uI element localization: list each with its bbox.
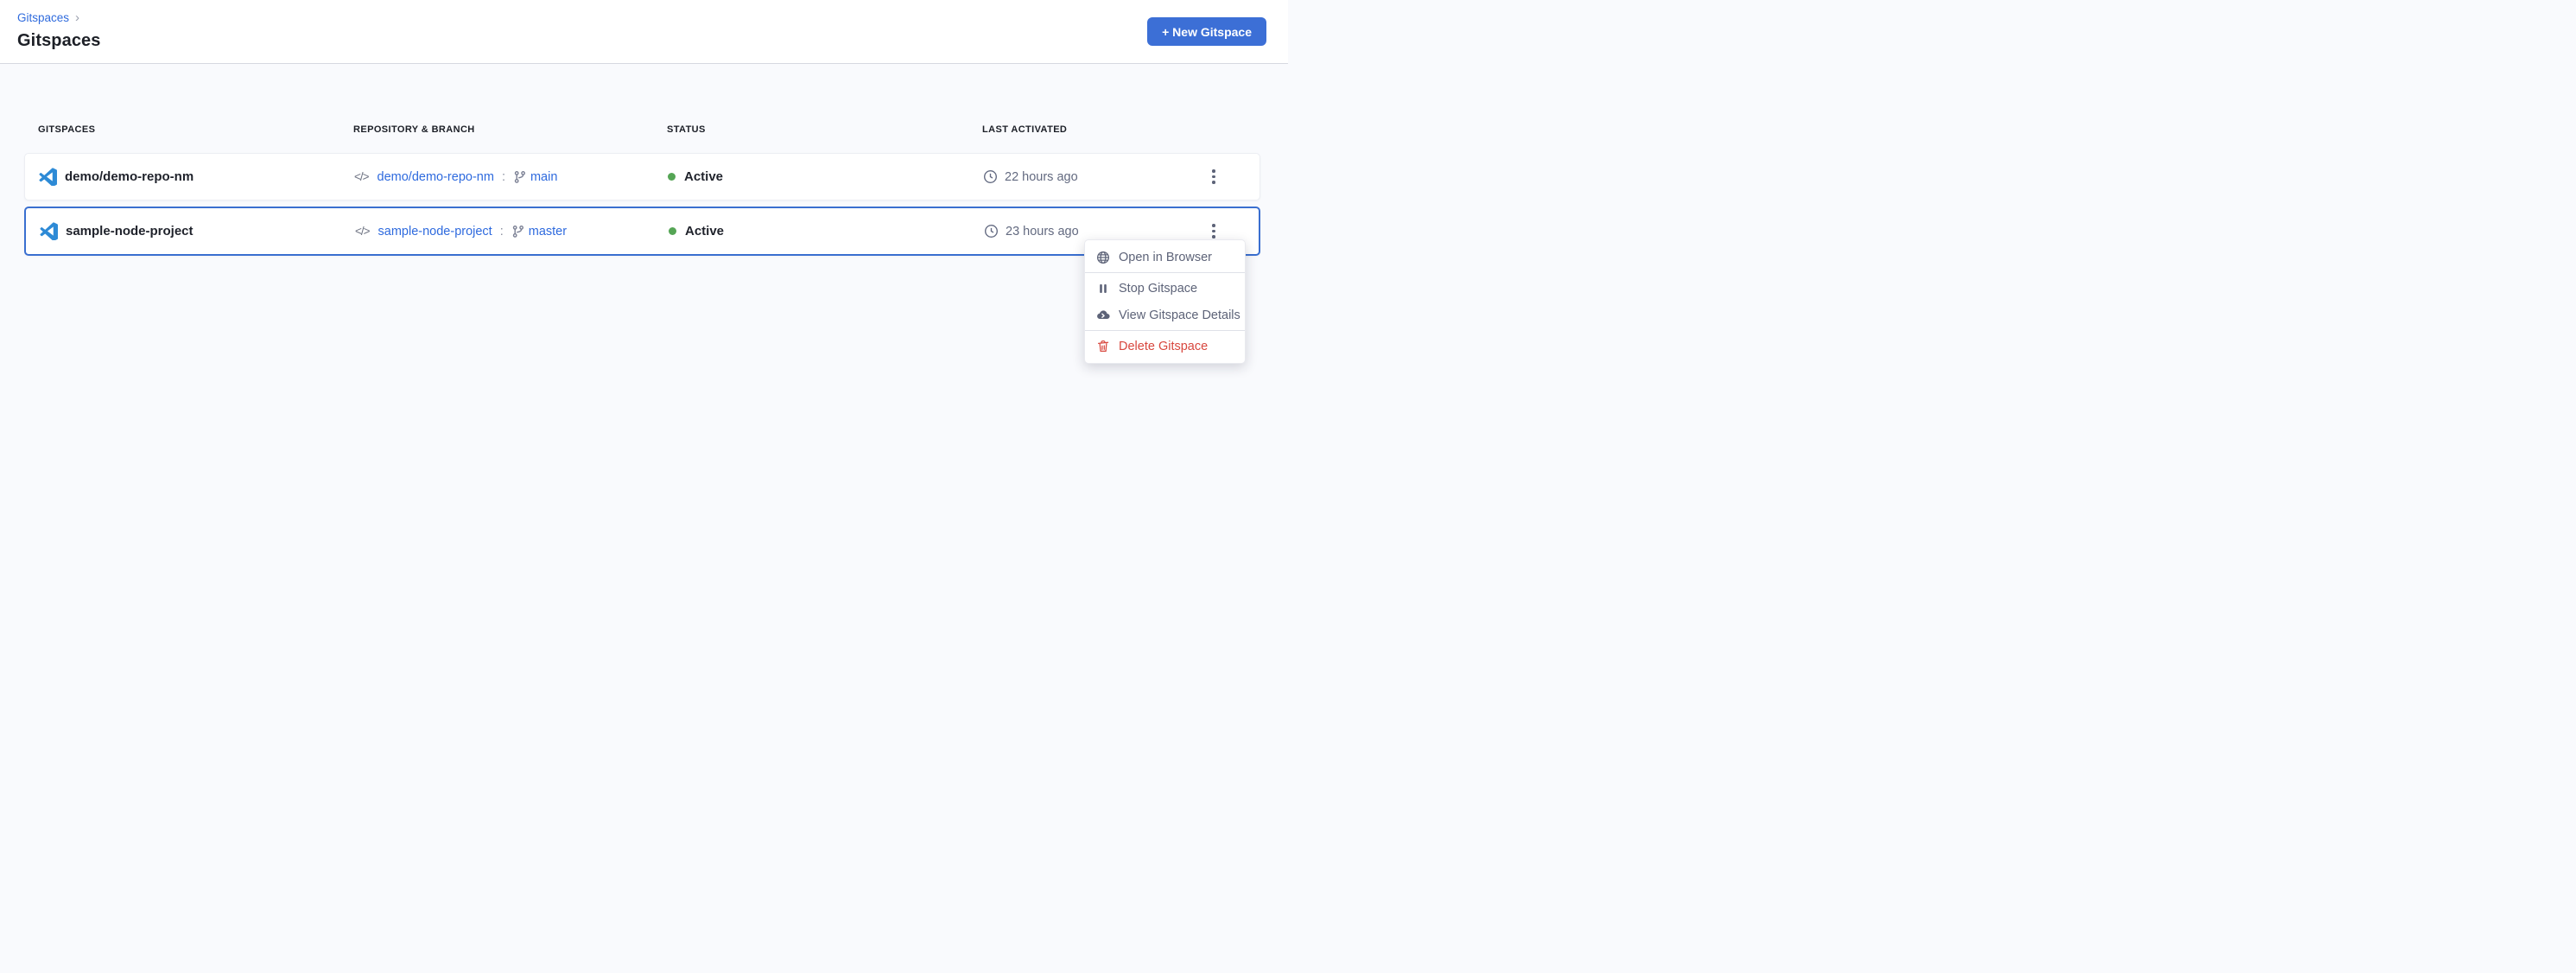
repository-branch-cell: </> sample-node-project : master: [355, 225, 669, 238]
globe-icon: [1096, 251, 1110, 264]
menu-item-view-gitspace-details[interactable]: View Gitspace Details: [1085, 302, 1245, 328]
menu-divider: [1085, 272, 1245, 273]
menu-item-label: View Gitspace Details: [1119, 308, 1240, 322]
menu-item-label: Open in Browser: [1119, 251, 1212, 264]
status-cell: Active: [669, 224, 984, 238]
repository-link[interactable]: sample-node-project: [378, 225, 492, 238]
kebab-icon: [1212, 169, 1215, 173]
status-active-dot: [668, 173, 676, 181]
menu-item-delete-gitspace[interactable]: Delete Gitspace: [1085, 333, 1245, 359]
menu-item-open-in-browser[interactable]: Open in Browser: [1085, 244, 1245, 270]
row-actions-menu-button[interactable]: [1205, 164, 1222, 189]
trash-icon: [1096, 340, 1110, 353]
clock-icon: [984, 224, 999, 238]
app-header: Gitspaces › Gitspaces + New Gitspace: [0, 0, 1288, 64]
colon-separator: :: [502, 170, 505, 184]
git-branch-icon: [511, 225, 525, 238]
new-gitspace-button[interactable]: + New Gitspace: [1147, 17, 1266, 46]
gitspace-name-cell: sample-node-project: [40, 222, 355, 240]
breadcrumb: Gitspaces ›: [17, 11, 79, 24]
repository-link[interactable]: demo/demo-repo-nm: [378, 170, 494, 184]
kebab-icon: [1212, 224, 1215, 227]
breadcrumb-link-gitspaces[interactable]: Gitspaces: [17, 11, 69, 24]
status-active-dot: [669, 227, 676, 235]
vscode-icon: [39, 168, 57, 186]
page-title: Gitspaces: [17, 31, 101, 51]
code-icon: </>: [354, 170, 369, 183]
gitspace-name: demo/demo-repo-nm: [65, 169, 194, 184]
row-actions-context-menu: Open in Browser Stop Gitspace View Gitsp…: [1084, 239, 1246, 364]
last-activated-text: 23 hours ago: [1006, 225, 1079, 238]
branch-link[interactable]: master: [529, 225, 567, 238]
menu-item-label: Stop Gitspace: [1119, 282, 1197, 296]
column-header-status: STATUS: [667, 124, 982, 135]
menu-item-label: Delete Gitspace: [1119, 340, 1208, 353]
menu-item-stop-gitspace[interactable]: Stop Gitspace: [1085, 275, 1245, 302]
table-row-selected[interactable]: sample-node-project </> sample-node-proj…: [24, 207, 1260, 256]
cloud-icon: [1096, 308, 1110, 322]
gitspace-name-cell: demo/demo-repo-nm: [39, 168, 354, 186]
last-activated-cell: 23 hours ago: [984, 224, 1183, 238]
repository-branch-cell: </> demo/demo-repo-nm : main: [354, 170, 668, 184]
vscode-icon: [40, 222, 58, 240]
git-branch-icon: [513, 170, 527, 184]
breadcrumb-separator-icon: ›: [75, 11, 79, 24]
status-cell: Active: [668, 169, 983, 184]
code-icon: </>: [355, 225, 370, 238]
clock-icon: [983, 169, 998, 184]
gitspace-name: sample-node-project: [66, 224, 194, 238]
column-header-repository-branch: REPOSITORY & BRANCH: [353, 124, 667, 135]
last-activated-cell: 22 hours ago: [983, 169, 1182, 184]
column-header-last-activated: LAST ACTIVATED: [982, 124, 1181, 135]
pause-icon: [1096, 282, 1110, 296]
table-header-row: GITSPACES REPOSITORY & BRANCH STATUS LAS…: [24, 124, 1260, 135]
column-header-gitspaces: GITSPACES: [38, 124, 353, 135]
table-row[interactable]: demo/demo-repo-nm </> demo/demo-repo-nm …: [24, 153, 1260, 200]
status-text: Active: [685, 224, 724, 238]
menu-divider: [1085, 330, 1245, 331]
status-text: Active: [684, 169, 723, 184]
last-activated-text: 22 hours ago: [1005, 170, 1078, 184]
colon-separator: :: [500, 225, 504, 238]
branch-link[interactable]: main: [530, 170, 557, 184]
